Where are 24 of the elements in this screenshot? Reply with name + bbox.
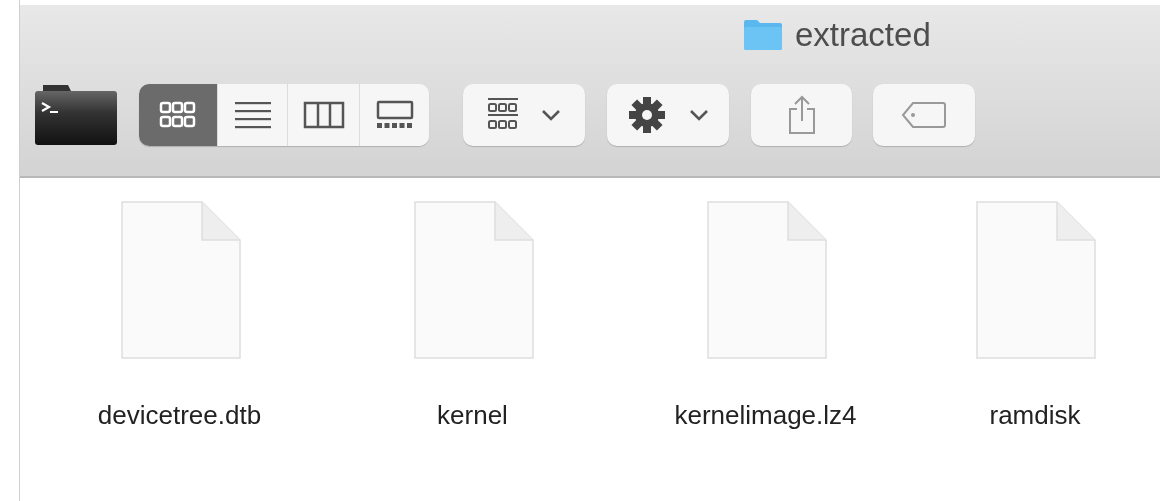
view-mode-button[interactable] bbox=[217, 83, 287, 146]
window-title: extracted bbox=[795, 16, 931, 54]
gallery-icon bbox=[374, 99, 415, 130]
columns-icon bbox=[302, 100, 345, 129]
view-mode-button[interactable] bbox=[287, 83, 359, 146]
view-mode-button[interactable] bbox=[359, 83, 429, 146]
file-name[interactable]: kernelimage.lz4 bbox=[674, 400, 857, 431]
action-button[interactable] bbox=[607, 83, 729, 146]
chevron-icon bbox=[689, 108, 709, 121]
icon-grid-icon bbox=[159, 99, 197, 130]
terminal-folder-icon bbox=[34, 83, 118, 146]
file-name[interactable]: devicetree.dtb bbox=[97, 400, 262, 431]
share-icon bbox=[786, 94, 817, 135]
gear-icon bbox=[627, 94, 667, 135]
tag-icon bbox=[901, 100, 947, 129]
folder-icon bbox=[743, 19, 783, 51]
chevron-icon bbox=[541, 108, 561, 121]
file-name[interactable]: kernel bbox=[437, 400, 508, 431]
share-button[interactable] bbox=[751, 83, 852, 146]
file-name[interactable]: ramdisk bbox=[989, 400, 1081, 431]
tag-button[interactable] bbox=[873, 83, 975, 146]
view-mode-button[interactable] bbox=[139, 83, 217, 146]
arrange-button[interactable] bbox=[463, 83, 585, 146]
list-icon bbox=[232, 100, 273, 129]
